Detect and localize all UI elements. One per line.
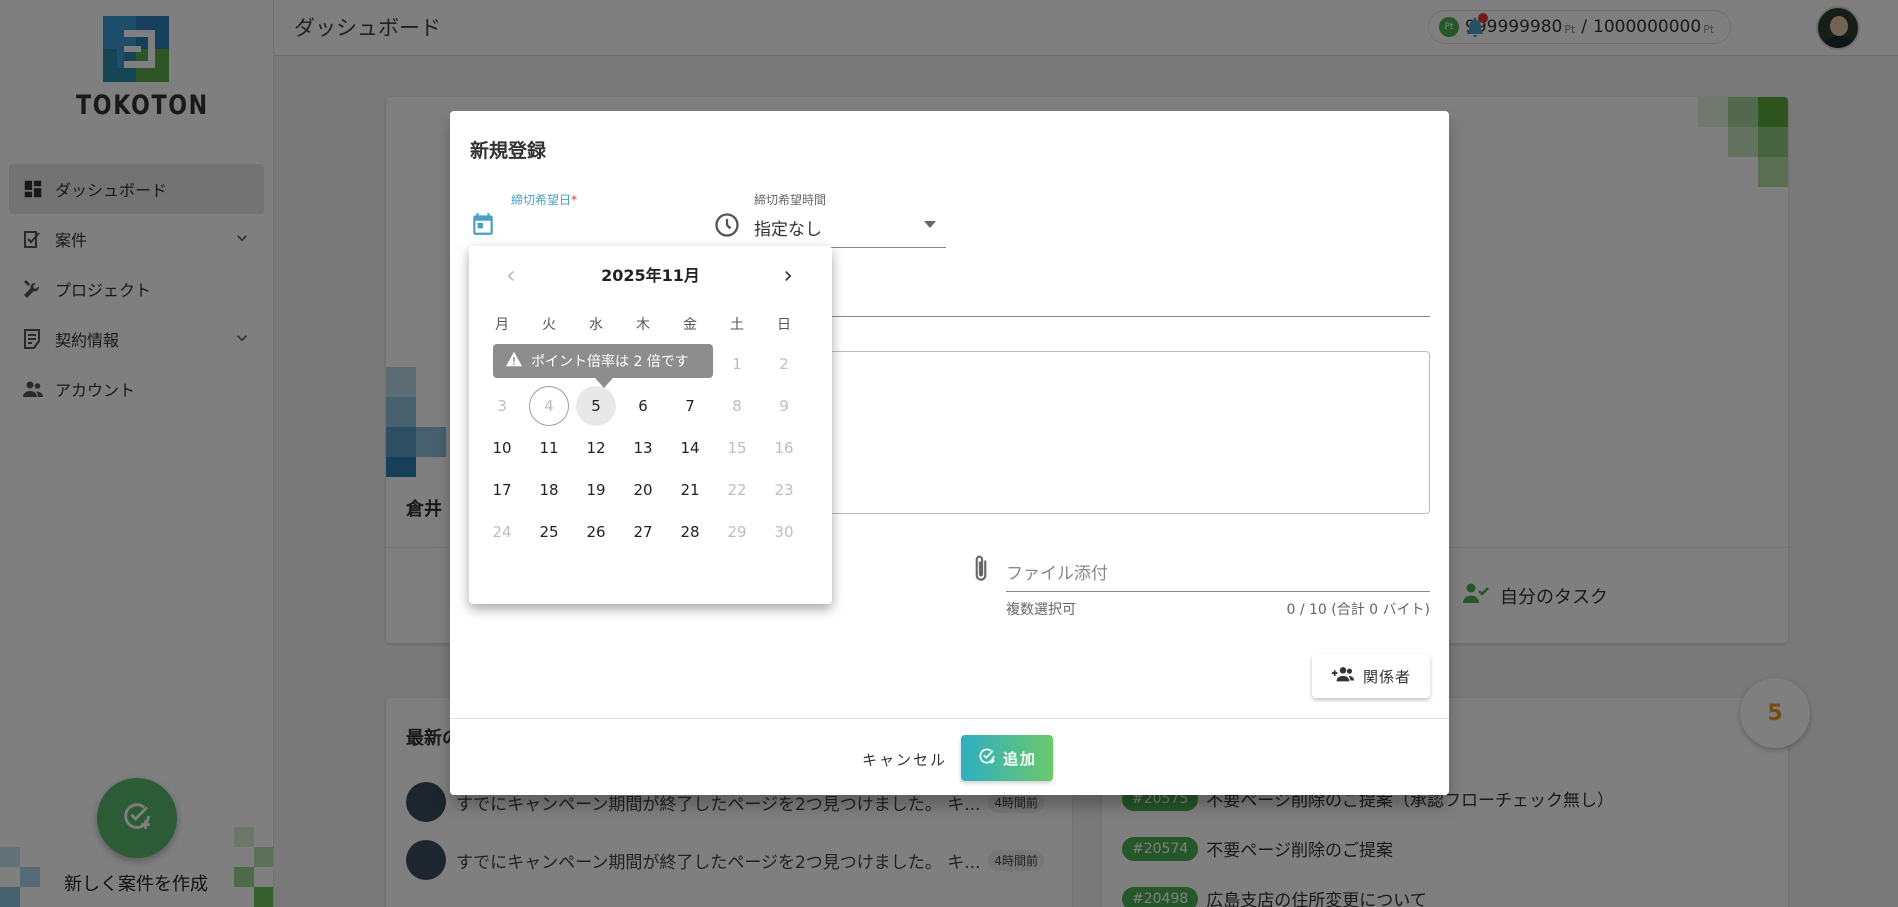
- calendar-day[interactable]: 27: [623, 512, 663, 552]
- required-mark: *: [571, 193, 578, 207]
- file-attach-input[interactable]: ファイル添付: [1006, 559, 1108, 584]
- calendar-day[interactable]: 25: [529, 512, 569, 552]
- file-attach-underline: [1006, 591, 1430, 592]
- weekday-header: 土: [730, 317, 744, 333]
- weekday-header: 月: [495, 317, 509, 333]
- calendar-day[interactable]: 11: [529, 428, 569, 468]
- related-people-button[interactable]: 関係者: [1312, 654, 1430, 698]
- add-button[interactable]: 追加: [961, 735, 1053, 781]
- weekday-header: 金: [683, 317, 697, 333]
- file-attach-hint: 複数選択可: [1006, 602, 1076, 618]
- add-task-icon: [977, 746, 1003, 770]
- calendar-day[interactable]: 26: [576, 512, 616, 552]
- calendar-day: 23: [774, 481, 794, 499]
- clock-icon: [713, 211, 741, 243]
- tooltip-arrow: [595, 378, 613, 388]
- calendar-day: 24: [492, 523, 512, 541]
- file-attach-count: 0 / 10 (合計 0 バイト): [1286, 602, 1430, 618]
- calendar-day[interactable]: 19: [576, 470, 616, 510]
- calendar-day[interactable]: 5: [576, 386, 616, 426]
- point-rate-tooltip: ポイント倍率は 2 倍です: [493, 344, 713, 378]
- chevron-right-icon[interactable]: [776, 264, 800, 288]
- calendar-day: 3: [497, 397, 507, 415]
- calendar-day: 2: [779, 355, 789, 373]
- tooltip-text: ポイント倍率は 2 倍です: [531, 354, 689, 370]
- weekday-header: 日: [777, 317, 791, 333]
- calendar-day: 29: [727, 523, 747, 541]
- calendar-day: 22: [727, 481, 747, 499]
- weekday-header: 水: [589, 317, 603, 333]
- calendar-day[interactable]: 10: [482, 428, 522, 468]
- cancel-button[interactable]: キャンセル: [850, 741, 959, 777]
- calendar-day[interactable]: 20: [623, 470, 663, 510]
- people-add-icon: [1331, 665, 1363, 687]
- calendar-day[interactable]: 6: [623, 386, 663, 426]
- calendar-day[interactable]: 12: [576, 428, 616, 468]
- calendar-day[interactable]: 17: [482, 470, 522, 510]
- deadline-date-label: 締切希望日*: [511, 191, 577, 208]
- warning-icon: [505, 351, 531, 371]
- calendar-day[interactable]: 14: [670, 428, 710, 468]
- calendar-day[interactable]: 21: [670, 470, 710, 510]
- calendar-day: 15: [727, 439, 747, 457]
- deadline-time-label: 締切希望時間: [754, 193, 827, 207]
- weekday-header: 木: [636, 317, 650, 333]
- calendar-day: 8: [732, 397, 742, 415]
- dialog-title: 新規登録: [470, 140, 547, 162]
- calendar-day: 30: [774, 523, 794, 541]
- calendar-day[interactable]: 18: [529, 470, 569, 510]
- paperclip-icon[interactable]: [968, 553, 994, 589]
- calendar-day: 4: [529, 386, 569, 426]
- dropdown-arrow-icon[interactable]: [924, 221, 936, 228]
- calendar-day: 9: [779, 397, 789, 415]
- calendar-day[interactable]: 7: [670, 386, 710, 426]
- deadline-date-label-text: 締切希望日: [511, 193, 572, 207]
- deadline-time-select[interactable]: 指定なし: [754, 215, 822, 240]
- date-picker: 2025年11月 月火水木金土日 1 2 3 4 5 6 7 8 9 10 11 12 13 14 15 16…: [469, 246, 832, 604]
- calendar-day[interactable]: 13: [623, 428, 663, 468]
- calendar-day: 1: [732, 355, 742, 373]
- dialog-divider: [450, 718, 1449, 719]
- related-people-label: 関係者: [1362, 667, 1411, 686]
- calendar-day[interactable]: 28: [670, 512, 710, 552]
- weekday-header: 火: [542, 317, 556, 333]
- calendar-icon[interactable]: [470, 210, 496, 242]
- calendar-day: 16: [774, 439, 794, 457]
- add-button-label: 追加: [1002, 749, 1037, 768]
